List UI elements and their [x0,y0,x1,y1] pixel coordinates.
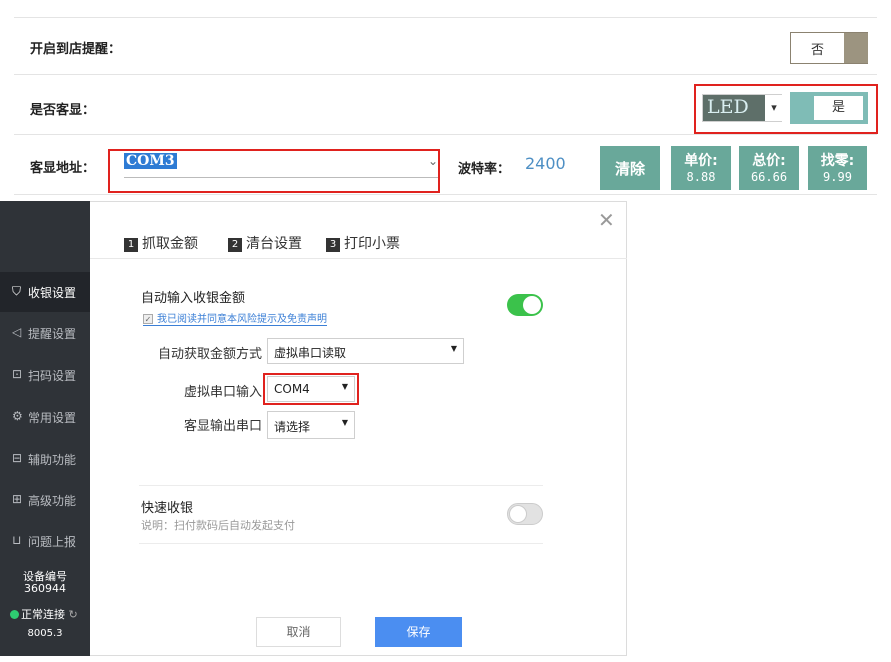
tab-clear-table[interactable]: 2 清台设置 [228,233,302,253]
close-icon[interactable]: ✕ [598,208,615,232]
toggle-knob [509,505,527,523]
display-address-label: 客显地址： [30,161,96,176]
baud-rate-value: 2400 [525,154,566,173]
arrival-reminder-label: 开启到店提醒： [30,42,122,57]
scan-icon: ⊡ [12,367,23,381]
sidebar-item-label: 常用设置 [28,411,77,425]
total-price-label: 总价: [752,153,786,169]
auto-input-title: 自动输入收银金额 [141,291,246,306]
change-value: 9.99 [823,170,852,184]
fast-checkout-note: 说明：扫付款码后自动发起支付 [141,519,295,532]
fetch-method-label: 自动获取金额方式 [157,347,262,362]
sidebar-item-cashier[interactable]: ⛉ 收银设置 [0,272,90,312]
total-price-button[interactable]: 总价: 66.66 [739,146,799,190]
display-port-label: 客显输出串口 [183,419,262,434]
sidebar-item-label: 扫码设置 [28,369,77,383]
sidebar-item-scan[interactable]: ⊡ 扫码设置 [0,355,90,395]
highlight-box-com [108,149,440,193]
status-dot-icon [10,610,19,619]
sidebar-item-label: 提醒设置 [28,327,77,341]
change-button[interactable]: 找零: 9.99 [808,146,867,190]
save-button[interactable]: 保存 [375,617,462,647]
sidebar-item-report[interactable]: ⊔ 问题上报 [0,521,90,561]
section-divider [139,485,543,486]
checkmark-icon: ✓ [143,314,153,324]
tab-print-receipt[interactable]: 3 打印小票 [326,233,400,253]
change-label: 找零: [820,153,855,169]
section-divider [139,543,543,544]
sidebar-item-advanced[interactable]: ⊞ 高级功能 [0,480,90,520]
fast-checkout-title: 快速收银 [141,501,194,516]
clear-button-label: 清除 [614,160,645,178]
baud-rate-label: 波特率： [458,162,511,177]
fetch-method-select[interactable]: 虚拟串口读取 ▼ [267,338,464,364]
agreement-checkbox[interactable]: ✓ 我已阅读并同意本风险提示及免责声明 [143,310,327,326]
tab-number: 1 [124,238,138,252]
tab-fetch-amount[interactable]: 1 抓取金额 [124,233,198,253]
toolbox-icon: ⊟ [12,451,23,465]
sidebar-item-assist[interactable]: ⊟ 辅助功能 [0,439,90,479]
agreement-link[interactable]: 我已阅读并同意本风险提示及免责声明 [157,314,327,325]
sidebar-item-label: 辅助功能 [28,453,77,467]
gear-icon: ⚙ [12,409,23,423]
grid-icon: ⊞ [12,492,23,506]
unit-price-label: 单价: [684,153,718,169]
switch-knob [844,33,868,63]
unit-price-value: 8.88 [686,170,716,184]
sidebar-item-reminder[interactable]: ◁ 提醒设置 [0,313,90,353]
sidebar-item-label: 问题上报 [28,535,77,549]
unit-price-button[interactable]: 单价: 8.88 [671,146,731,190]
arrival-switch-text: 否 [811,43,825,58]
tab-number: 3 [326,238,340,252]
sidebar-item-common[interactable]: ⚙ 常用设置 [0,397,90,437]
sidebar-item-label: 高级功能 [28,494,77,508]
connection-status-text: 正常连接 [21,608,65,621]
fetch-method-value: 虚拟串口读取 [274,346,347,360]
highlight-box-led [694,84,878,134]
customer-display-label: 是否客显： [30,103,96,118]
sidebar-item-label: 收银设置 [28,286,77,300]
refresh-icon[interactable]: ↻ [69,608,78,621]
caret-down-icon: ▼ [450,344,457,353]
cancel-button[interactable]: 取消 [256,617,341,647]
tab-label: 抓取金额 [142,236,198,252]
display-port-value: 请选择 [274,420,311,434]
tab-label: 清台设置 [246,236,302,252]
speaker-icon: ◁ [12,325,22,339]
cash-register-icon: ⛉ [12,284,22,298]
highlight-box-com4 [263,373,359,405]
tab-number: 2 [228,238,242,252]
connection-status: 正常连接 ↻ [10,606,78,622]
caret-down-icon: ▼ [341,418,348,427]
virtual-port-label: 虚拟串口输入 [183,385,262,400]
display-port-select[interactable]: 请选择 ▼ [267,411,355,439]
device-number-value: 360944 [24,582,66,595]
tabs-divider [90,258,627,259]
total-price-value: 66.66 [750,170,788,184]
auto-input-toggle[interactable] [507,294,543,316]
toggle-knob [523,296,541,314]
arrival-reminder-switch[interactable]: 否 [790,32,868,64]
arrival-reminder-row: 开启到店提醒： [14,17,877,75]
clear-button[interactable]: 清除 [600,146,660,190]
version-number: 8005.3 [27,628,63,639]
report-icon: ⊔ [12,533,22,547]
tab-label: 打印小票 [344,236,400,252]
fast-checkout-toggle[interactable] [507,503,543,525]
